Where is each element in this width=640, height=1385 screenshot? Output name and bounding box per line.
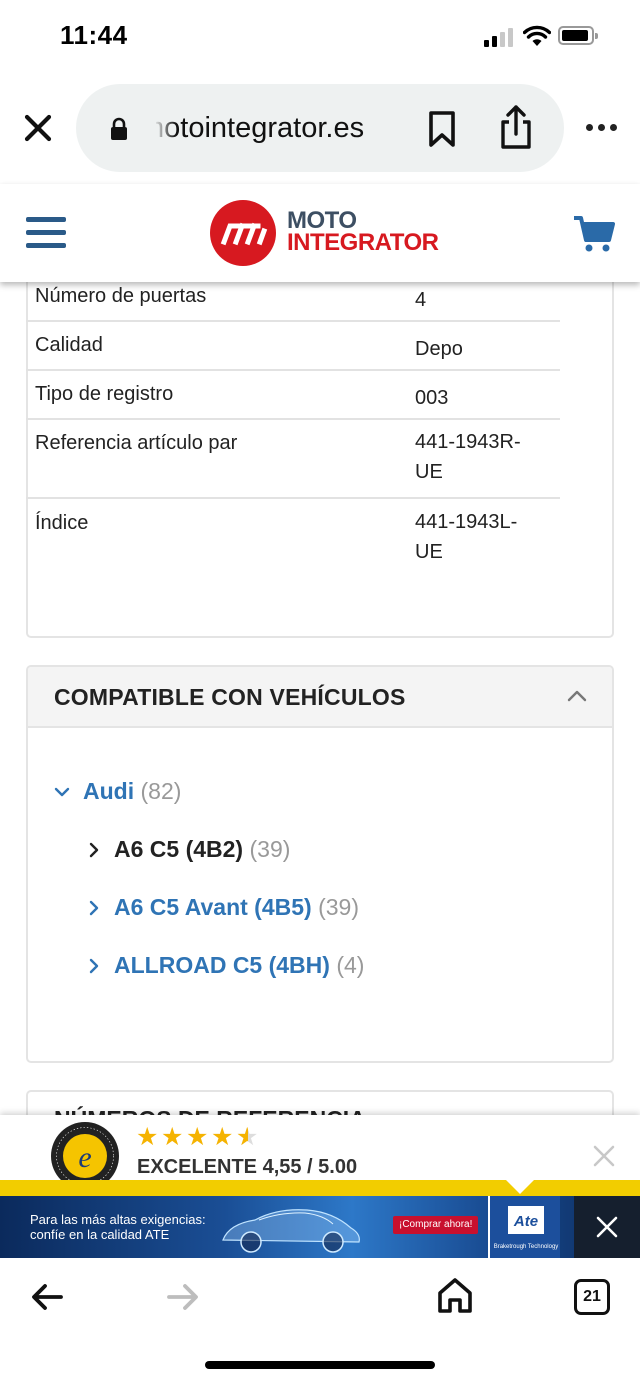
ate-logo: Ate Braketrough Technology: [488, 1196, 560, 1258]
model-name: A6 C5 Avant (4B5): [114, 894, 312, 920]
site-header: MOTO INTEGRATOR: [0, 184, 640, 282]
model-count: (39): [318, 894, 359, 920]
status-time: 11:44: [60, 20, 128, 50]
rating-text: EXCELENTE 4,55 / 5.00: [137, 1156, 358, 1178]
ad-line-2: confíe en la calidad ATE: [30, 1227, 170, 1242]
url-text: motointegrator.es: [156, 112, 365, 144]
brand-name: Audi: [83, 778, 135, 804]
logo-text[interactable]: MOTO INTEGRATOR: [287, 209, 439, 256]
svg-text:e: e: [78, 1141, 91, 1174]
address-bar[interactable]: motointegrator.es: [76, 84, 564, 172]
divider: [26, 418, 560, 420]
ate-caption: Braketrough Technology: [493, 1244, 559, 1250]
spec-value: 003: [415, 387, 449, 409]
back-arrow-icon[interactable]: [30, 1282, 64, 1312]
spec-label: Índice: [35, 512, 89, 534]
chevron-right-icon[interactable]: [86, 899, 102, 917]
browser-bottom-toolbar: 21: [0, 1258, 640, 1385]
bookmark-icon[interactable]: [428, 110, 456, 148]
banner-notch: [506, 1180, 534, 1194]
tree-model[interactable]: A6 C5 (4B2) (39): [114, 836, 290, 863]
ad-close-button[interactable]: [574, 1196, 640, 1258]
url-fade: [154, 104, 176, 154]
tree-brand-audi[interactable]: Audi (82): [83, 778, 181, 805]
cart-icon[interactable]: [572, 214, 616, 254]
spec-label: Número de puertas: [35, 285, 207, 307]
ad-line-1: Para las más altas exigencias:: [30, 1212, 206, 1227]
status-bar: 11:44: [0, 0, 640, 72]
more-options-icon[interactable]: [586, 124, 618, 134]
ad-text: Para las más altas exigencias: confíe en…: [30, 1212, 206, 1242]
spec-value: 441-1943L- UE: [415, 511, 518, 563]
divider: [26, 369, 560, 371]
tabs-button[interactable]: 21: [574, 1279, 610, 1315]
ad-cta-button[interactable]: ¡Comprar ahora!: [393, 1216, 479, 1234]
divider: [26, 320, 560, 322]
share-icon[interactable]: [498, 104, 534, 150]
compatible-vehicles-card: COMPATIBLE CON VEHÍCULOS Audi (82) A6 C5…: [26, 665, 614, 1063]
svg-text:Ate: Ate: [513, 1213, 538, 1230]
close-icon[interactable]: [596, 1216, 618, 1238]
home-icon[interactable]: [436, 1276, 474, 1314]
model-count: (39): [249, 836, 291, 862]
tree-model[interactable]: A6 C5 Avant (4B5) (39): [114, 894, 359, 921]
chevron-up-icon[interactable]: [566, 687, 588, 703]
section-title: COMPATIBLE CON VEHÍCULOS: [54, 684, 406, 710]
wifi-icon: [523, 25, 551, 46]
browser-toolbar: motointegrator.es: [0, 72, 640, 184]
brand-count: (82): [140, 778, 182, 804]
logo-icon[interactable]: [210, 200, 276, 266]
model-count: (4): [336, 952, 365, 978]
close-icon[interactable]: [593, 1145, 615, 1167]
spec-value: 441-1943R- UE: [415, 431, 521, 483]
chevron-down-icon[interactable]: [54, 783, 70, 801]
menu-icon[interactable]: [26, 217, 66, 249]
logo-mark: [220, 222, 268, 246]
car-illustration-icon: [222, 1209, 360, 1253]
tree-model[interactable]: ALLROAD C5 (4BH) (4): [114, 952, 364, 979]
model-name: ALLROAD C5 (4BH): [114, 952, 330, 978]
home-indicator: [205, 1361, 435, 1369]
ad-banner[interactable]: Para las más altas exigencias: confíe en…: [0, 1196, 640, 1258]
lock-icon: [111, 117, 127, 140]
spec-label: Tipo de registro: [35, 383, 174, 405]
model-name: A6 C5 (4B2): [114, 836, 244, 862]
cellular-signal-icon: [484, 27, 516, 47]
chevron-right-icon[interactable]: [86, 957, 102, 975]
compatible-vehicles-header[interactable]: COMPATIBLE CON VEHÍCULOS: [28, 667, 612, 728]
forward-arrow-icon[interactable]: [166, 1282, 200, 1312]
close-icon[interactable]: [22, 112, 54, 144]
battery-icon: [558, 26, 598, 45]
ate-mark-icon: Ate: [513, 1213, 538, 1230]
spec-value: Depo: [415, 338, 463, 360]
spec-label: Calidad: [35, 334, 103, 356]
chevron-right-icon[interactable]: [86, 841, 102, 859]
ate-logo-icon: Ate: [508, 1206, 544, 1234]
spec-label: Referencia artículo par: [35, 432, 238, 454]
spec-value: 4: [415, 289, 427, 311]
logo-line-2: INTEGRATOR: [287, 229, 439, 256]
divider: [0, 1180, 640, 1196]
divider: [26, 497, 560, 499]
